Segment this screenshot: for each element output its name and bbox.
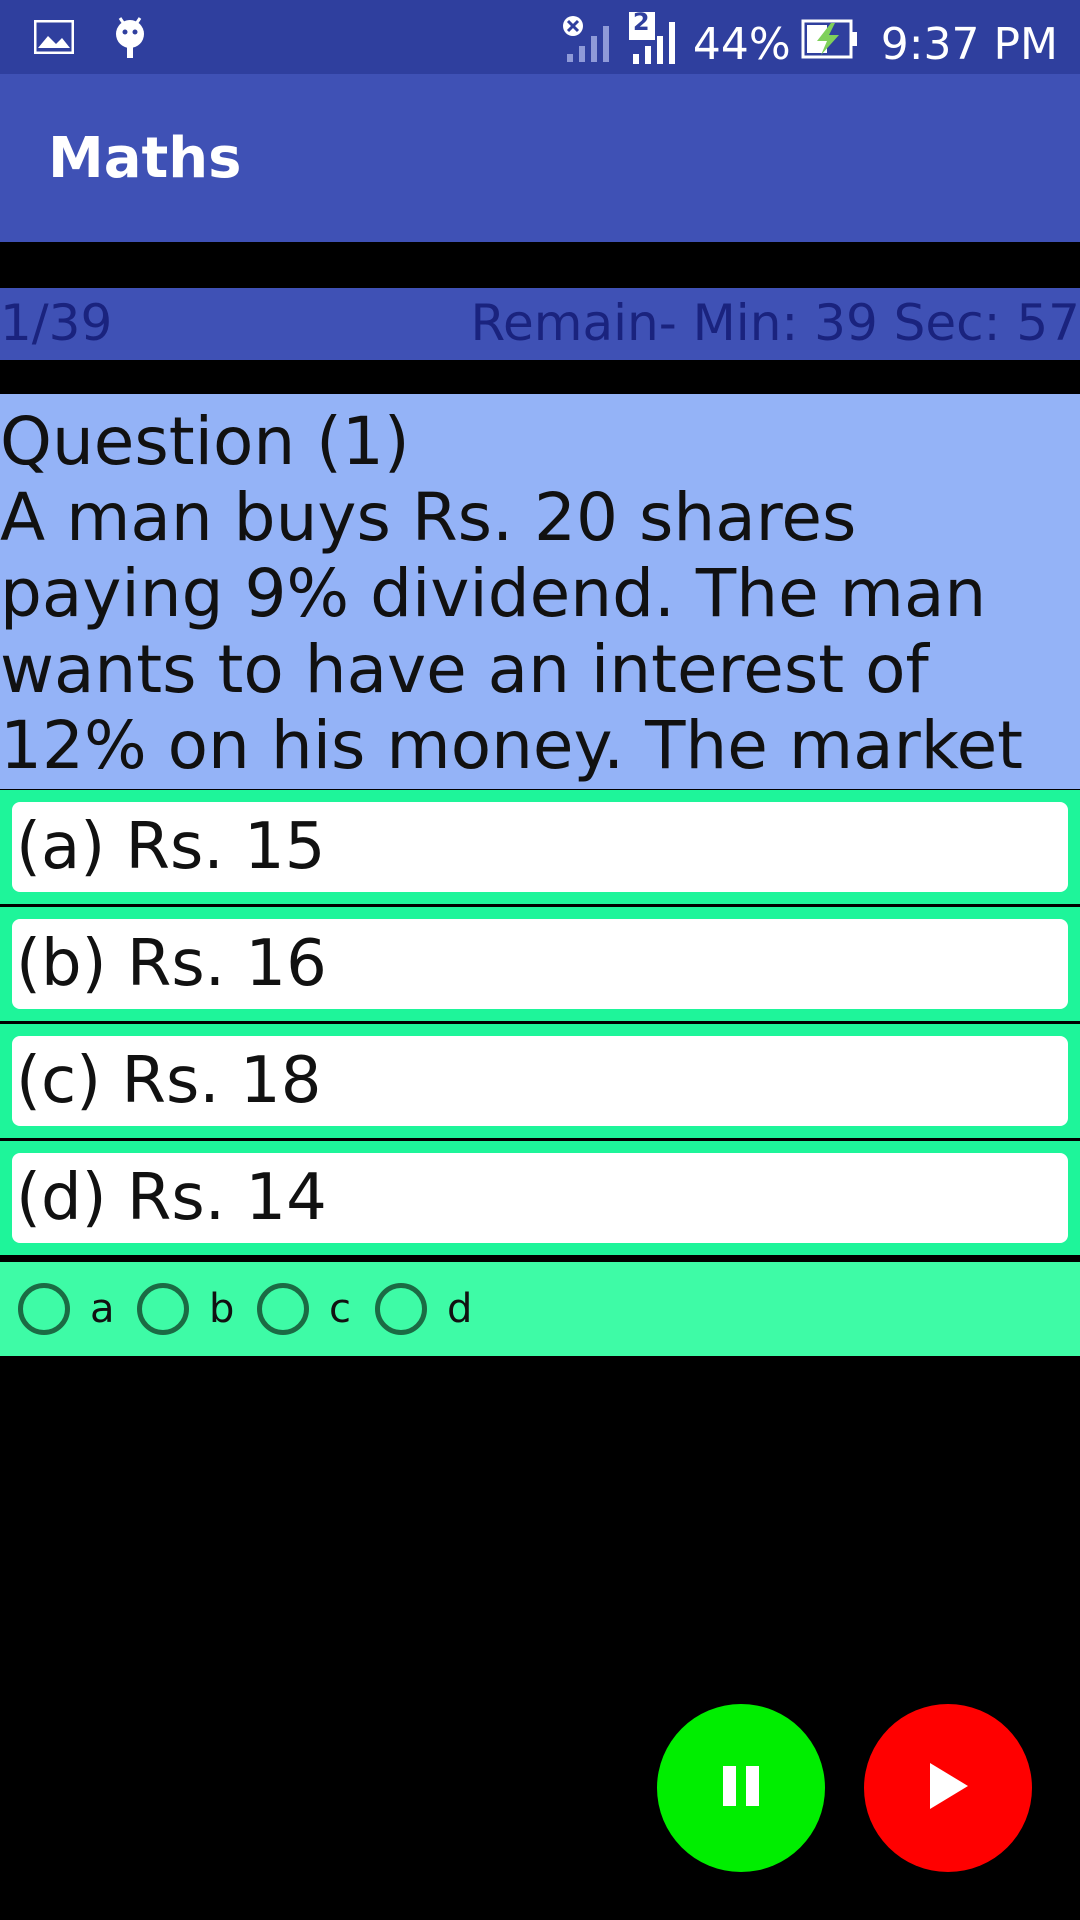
radio-label: a <box>90 1286 115 1332</box>
next-button[interactable] <box>864 1704 1032 1872</box>
option-label: (b) Rs. 16 <box>12 919 1068 1009</box>
play-icon <box>924 1761 972 1816</box>
android-debug-icon <box>112 14 148 65</box>
radio-circle[interactable] <box>257 1283 309 1335</box>
radio-label: d <box>447 1286 473 1332</box>
radio-a[interactable]: a <box>18 1280 115 1338</box>
pause-icon <box>719 1764 763 1813</box>
battery-charging-icon <box>801 19 859 70</box>
radio-circle[interactable] <box>137 1283 189 1335</box>
option-d[interactable]: (d) Rs. 14 <box>0 1141 1080 1255</box>
pause-button[interactable] <box>657 1704 825 1872</box>
battery-percent: 44% <box>692 19 791 70</box>
clock: 9:37 PM <box>880 19 1058 70</box>
gallery-icon <box>33 19 75 59</box>
app-title: Maths <box>48 126 242 191</box>
quiz-progress-bar: 1/39 Remain- Min: 39 Sec: 57 <box>0 288 1080 360</box>
radio-circle[interactable] <box>375 1283 427 1335</box>
status-bar: 2 44% 9:37 PM <box>0 0 1080 74</box>
question-title: Question (1) <box>0 403 410 480</box>
option-a[interactable]: (a) Rs. 15 <box>0 790 1080 904</box>
app-bar: Maths <box>0 74 1080 242</box>
question-counter: 1/39 <box>0 294 113 352</box>
option-label: (c) Rs. 18 <box>12 1036 1068 1126</box>
option-label: (d) Rs. 14 <box>12 1153 1068 1243</box>
signal-icon: 2 <box>627 8 683 77</box>
sim-label: 2 <box>632 8 650 36</box>
radio-circle[interactable] <box>18 1283 70 1335</box>
radio-label: b <box>209 1286 235 1332</box>
signal-x-icon <box>561 14 617 75</box>
radio-d[interactable]: d <box>375 1280 472 1338</box>
radio-b[interactable]: b <box>137 1280 234 1338</box>
question-panel: Question (1) A man buys Rs. 20 shares pa… <box>0 394 1080 860</box>
radio-c[interactable]: c <box>257 1280 351 1338</box>
option-label: (a) Rs. 15 <box>12 802 1068 892</box>
remaining-timer: Remain- Min: 39 Sec: 57 <box>470 294 1080 352</box>
radio-label: c <box>329 1286 351 1332</box>
option-c[interactable]: (c) Rs. 18 <box>0 1024 1080 1138</box>
option-b[interactable]: (b) Rs. 16 <box>0 907 1080 1021</box>
answer-radio-group: a b c d <box>0 1262 1080 1356</box>
